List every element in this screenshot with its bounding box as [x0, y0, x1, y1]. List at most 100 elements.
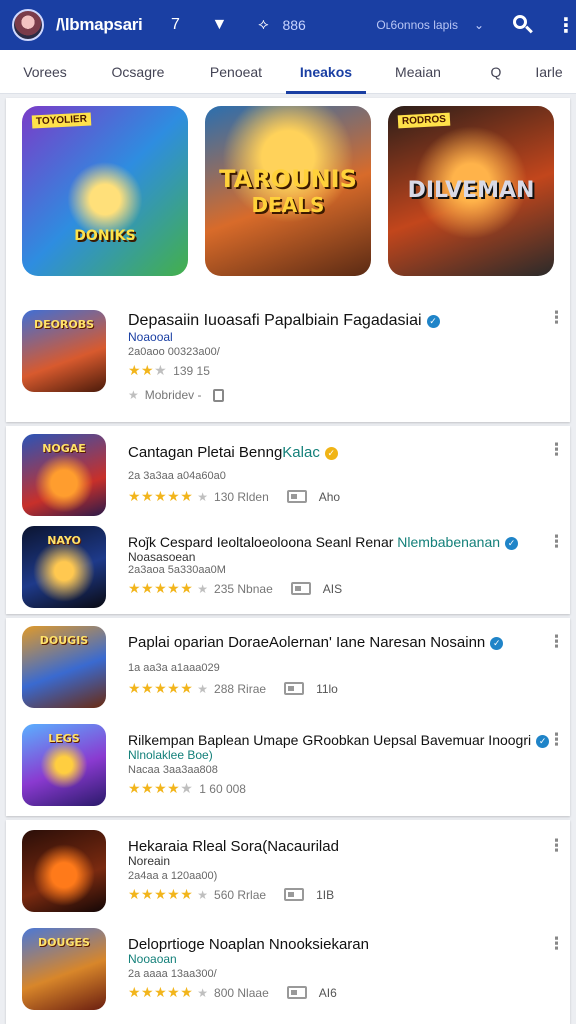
list-item[interactable]: LEGS Rilkempan Baplean Umape GRoobkan Ue… [22, 724, 565, 810]
more-vert-icon[interactable]: ⋮ [548, 533, 565, 550]
app-icon[interactable]: DOUGIS [22, 626, 106, 708]
app-icon[interactable]: NOGAE [22, 434, 106, 516]
rating-stars: ★★★★★ [128, 680, 194, 696]
tab-iarle[interactable]: Iarle [522, 50, 576, 94]
tab-penoeat[interactable]: Penoeat [186, 50, 286, 94]
app-developer[interactable]: Noreain [128, 854, 170, 868]
download-icon[interactable] [284, 682, 305, 695]
star-icon: ★ [197, 489, 209, 504]
app-title: Rilkempan Baplean Umape GRoobkan Uepsal … [128, 732, 550, 748]
star-icon: ★ [197, 681, 209, 696]
verified-icon: ✓ [490, 637, 504, 650]
app-meta: 2a0aoo 00323a00/ [128, 346, 220, 358]
rating-stars: ★★★★★ [128, 984, 194, 1000]
app-icon[interactable]: DOUGES [22, 928, 106, 1010]
app-icon[interactable]: LEGS [22, 724, 106, 806]
verified-icon: ✓ [324, 447, 338, 460]
filter-icon[interactable]: ▼ [208, 16, 230, 34]
more-vert-icon[interactable]: ⋮ [548, 837, 565, 854]
rating-count: 139 15 [173, 363, 210, 378]
verified-icon: ✓ [505, 537, 519, 550]
rating-stars: ★★★★★ [128, 580, 194, 596]
list-item[interactable]: DOUGES Deloprtioge Noaplan Nnooksiekaran… [22, 928, 565, 1014]
share-icon[interactable]: ⟡ [252, 16, 274, 34]
app-size: AIS [322, 581, 343, 596]
app-list-card: DOUGIS Paplai oparian DoraeAolernan' Ian… [6, 618, 570, 816]
download-icon[interactable] [286, 490, 307, 503]
signal-icon[interactable]: 7 [164, 16, 186, 34]
app-size: 1IB [316, 887, 335, 902]
rating-row: ★★★★★ 1 60 008 [128, 780, 246, 797]
rating-row: ★★★★★ ★ 130 Rlden Aho [128, 488, 340, 505]
review-count: 560 Rrlae [214, 887, 267, 902]
extra-text: Mobridev - [144, 388, 202, 402]
review-count: 1 60 008 [199, 781, 246, 796]
download-icon[interactable] [284, 888, 305, 901]
featured-tile[interactable]: RODROS DILVEMAN [388, 106, 554, 276]
avatar[interactable] [12, 9, 44, 41]
star-icon: ★ [197, 985, 209, 1000]
app-size: AI6 [318, 985, 337, 1000]
app-title: Paplai oparian DoraeAolernan' Iane Nares… [128, 634, 504, 651]
rating-row: ★★★★★ ★ 800 Nlaae AI6 [128, 984, 337, 1001]
more-vert-icon[interactable]: ⋮ [556, 13, 576, 38]
count-badge: 886 [282, 17, 306, 33]
tab-vorees[interactable]: Vorees [0, 50, 90, 94]
more-vert-icon[interactable]: ⋮ [548, 309, 565, 326]
app-title: Deloprtioge Noaplan Nnooksiekaran [128, 936, 369, 953]
app-icon[interactable] [22, 830, 106, 912]
featured-title: DILVEMAN [407, 178, 535, 203]
review-count: 800 Nlaae [214, 985, 269, 1000]
list-item[interactable]: NAYO Roǰk Cespard Ieoltaloeoloona Seanl… [22, 526, 565, 612]
app-list-card: NOGAE Cantagan Pletai BenngKalac ✓ 2a 3a3… [6, 426, 570, 614]
tab-ineakos[interactable]: Ineakos [286, 50, 366, 94]
more-vert-icon[interactable]: ⋮ [548, 731, 565, 748]
app-meta: 2a 3a3aa a04a60a0 [128, 470, 226, 482]
featured-tag: RODROS [397, 112, 451, 129]
app-meta: 2a4aa a 120aa00) [128, 870, 218, 882]
list-item[interactable]: DEOROBS Depasaiin Iuoasafi Papalbiain Fa… [22, 309, 565, 402]
app-title: Hekaraia Rleal Sora(Nacaurilad [128, 838, 339, 855]
app-icon[interactable]: DEOROBS [22, 310, 106, 392]
bag-icon[interactable] [213, 388, 225, 402]
account-selector[interactable]: Oʟ6onnos lapis [376, 18, 458, 32]
download-icon[interactable] [286, 986, 307, 999]
tab-ocsagre[interactable]: Ocsagre [90, 50, 186, 94]
featured-tile[interactable]: TAROUNIS DEALS [205, 106, 371, 276]
app-title: /\lbmapsari [56, 15, 143, 34]
more-vert-icon[interactable]: ⋮ [548, 633, 565, 650]
star-icon: ★ [128, 388, 139, 402]
app-icon-label: DOUGIS [39, 634, 89, 647]
app-meta: Nacaa 3aa3aa808 [128, 764, 218, 776]
app-developer[interactable]: Noaooal [128, 330, 173, 344]
more-vert-icon[interactable]: ⋮ [548, 441, 565, 458]
tab-meaian[interactable]: Meaian [366, 50, 470, 94]
app-developer[interactable]: Nooaoan [128, 952, 177, 966]
app-icon-label: DEOROBS [33, 318, 95, 331]
app-size: 11lo [316, 681, 338, 696]
chevron-down-icon[interactable]: ⌄ [474, 18, 484, 32]
featured-logo: DONIKS [74, 228, 136, 244]
list-item[interactable]: Hekaraia Rleal Sora(Nacaurilad Noreain 2… [22, 830, 565, 916]
app-developer[interactable]: Noasasoean [128, 550, 195, 564]
list-item[interactable]: NOGAE Cantagan Pletai BenngKalac ✓ 2a 3a3… [22, 434, 565, 520]
verified-icon: ✓ [426, 315, 440, 328]
app-title: Depasaiin Iuoasafi Papalbiain Fagadasiai… [128, 312, 440, 330]
tab-search[interactable]: Q [470, 50, 522, 94]
featured-tile[interactable]: TOYOLIER DONIKS [22, 106, 188, 276]
featured-tag: TOYOLIER [31, 112, 92, 129]
star-icon: ★ [197, 887, 209, 902]
rating-row: ★★★★★ ★ 235 Nbnae AIS [128, 580, 342, 597]
search-icon[interactable] [512, 14, 534, 36]
app-bar: /\lbmapsari 7 ▼ ⟡ 886 Oʟ6onnos lapis ⌄ ⋮ [0, 0, 576, 50]
app-icon[interactable]: NAYO [22, 526, 106, 608]
app-title: Roǰk Cespard Ieoltaloeoloona Seanl Rena… [128, 534, 519, 550]
app-extra: ★ Mobridev - [128, 388, 225, 402]
list-item[interactable]: DOUGIS Paplai oparian DoraeAolernan' Ian… [22, 626, 565, 712]
download-icon[interactable] [290, 582, 311, 595]
app-list-card: Hekaraia Rleal Sora(Nacaurilad Noreain 2… [6, 820, 570, 1024]
review-count: 130 Rlden [214, 489, 269, 504]
more-vert-icon[interactable]: ⋮ [548, 935, 565, 952]
app-developer[interactable]: Nlnolaklee Boe) [128, 748, 213, 762]
featured-subtitle: DEALS [251, 193, 325, 217]
